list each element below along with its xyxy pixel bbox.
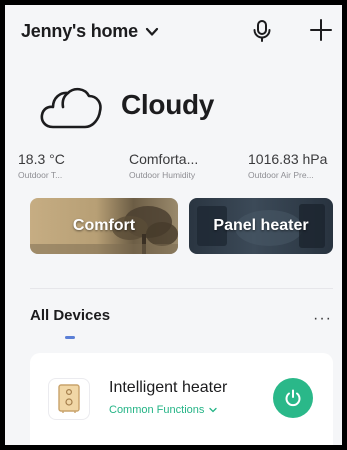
stat-label: Outdoor Humidity: [129, 170, 196, 180]
device-card[interactable]: Intelligent heater Common Functions: [30, 353, 333, 445]
common-functions-link[interactable]: Common Functions: [109, 404, 218, 416]
home-selector[interactable]: Jenny's home: [21, 21, 160, 42]
power-button[interactable]: [273, 378, 313, 418]
outdoor-humidity: Comforta... Outdoor Humidity: [129, 151, 198, 180]
stat-value: Comforta...: [129, 151, 199, 167]
scene-card-panel-heater[interactable]: Panel heater: [189, 198, 333, 254]
stat-label: Outdoor T...: [18, 170, 63, 180]
chevron-down-icon: [209, 407, 218, 413]
cloud-icon: [40, 87, 102, 129]
stat-label: Outdoor Air Pre...: [248, 170, 314, 180]
weather-condition: Cloudy: [121, 89, 215, 120]
device-name: Intelligent heater: [109, 379, 228, 396]
plus-icon[interactable]: [308, 17, 334, 43]
home-name: Jenny's home: [21, 21, 138, 41]
power-icon: [285, 389, 301, 407]
microphone-icon[interactable]: [251, 19, 273, 43]
app-screen: Jenny's home Cloudy 18.3 °C Outdoor T...…: [5, 5, 342, 445]
tab-all-devices[interactable]: All Devices: [30, 307, 110, 324]
chevron-down-icon: [145, 27, 159, 36]
divider: [30, 288, 333, 289]
stat-value: 18.3 °C: [18, 151, 65, 167]
common-functions-label: Common Functions: [109, 404, 205, 416]
outdoor-temperature: 18.3 °C Outdoor T...: [18, 151, 65, 180]
scene-card-comfort[interactable]: Comfort: [30, 198, 178, 254]
more-options-icon[interactable]: ···: [313, 310, 332, 328]
stat-value: 1016.83 hPa: [248, 151, 328, 167]
scene-title: Comfort: [72, 217, 136, 234]
outdoor-air-pressure: 1016.83 hPa Outdoor Air Pre...: [248, 151, 327, 180]
header: Jenny's home: [5, 5, 342, 57]
tab-indicator: [65, 336, 75, 339]
heater-icon: [48, 378, 90, 420]
scene-title: Panel heater: [213, 217, 309, 234]
